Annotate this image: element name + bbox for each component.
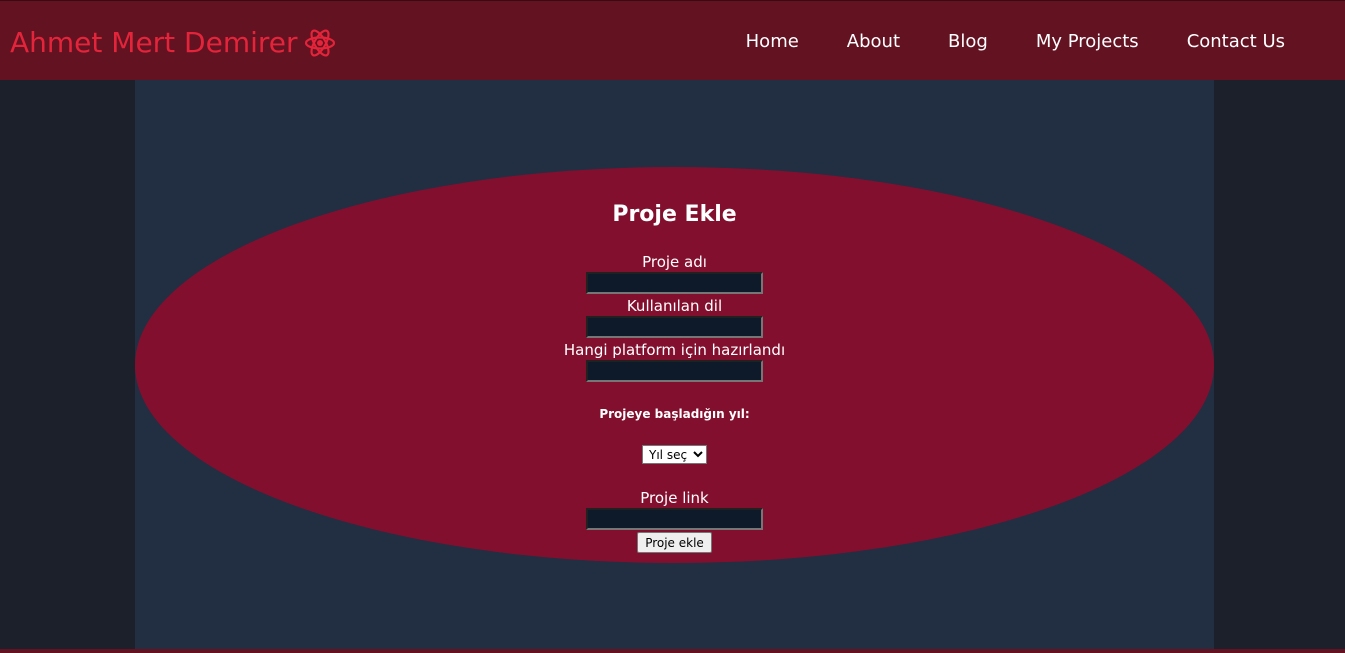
nav-home[interactable]: Home xyxy=(746,29,799,55)
project-name-input[interactable] xyxy=(586,272,763,294)
language-input[interactable] xyxy=(586,316,763,338)
main-nav: Home About Blog My Projects Contact Us xyxy=(746,29,1285,55)
atom-icon xyxy=(304,29,335,57)
nav-my-projects[interactable]: My Projects xyxy=(1036,29,1139,55)
form-title: Proje Ekle xyxy=(612,202,737,227)
nav-blog[interactable]: Blog xyxy=(948,29,988,55)
add-project-button[interactable]: Proje ekle xyxy=(637,532,712,553)
start-year-select[interactable]: Yıl seç xyxy=(642,445,707,464)
nav-contact-us[interactable]: Contact Us xyxy=(1187,29,1285,55)
top-navbar: Ahmet Mert Demirer Home About Blog My Pr… xyxy=(0,0,1345,80)
project-link-input[interactable] xyxy=(586,508,763,530)
nav-about[interactable]: About xyxy=(847,29,900,55)
platform-input[interactable] xyxy=(586,360,763,382)
platform-label: Hangi platform için hazırlandı xyxy=(563,341,786,359)
bottom-bar xyxy=(0,649,1345,653)
brand-name: Ahmet Mert Demirer xyxy=(10,26,298,59)
add-project-form: Proje Ekle Proje adı Kullanılan dil Hang… xyxy=(135,80,1214,650)
brand-logo[interactable]: Ahmet Mert Demirer xyxy=(10,25,336,61)
language-label: Kullanılan dil xyxy=(626,297,723,315)
project-link-label: Proje link xyxy=(640,489,709,507)
main-content: Proje Ekle Proje adı Kullanılan dil Hang… xyxy=(135,80,1214,650)
project-name-label: Proje adı xyxy=(642,253,707,271)
start-year-label: Projeye başladığın yıl: xyxy=(599,407,750,421)
